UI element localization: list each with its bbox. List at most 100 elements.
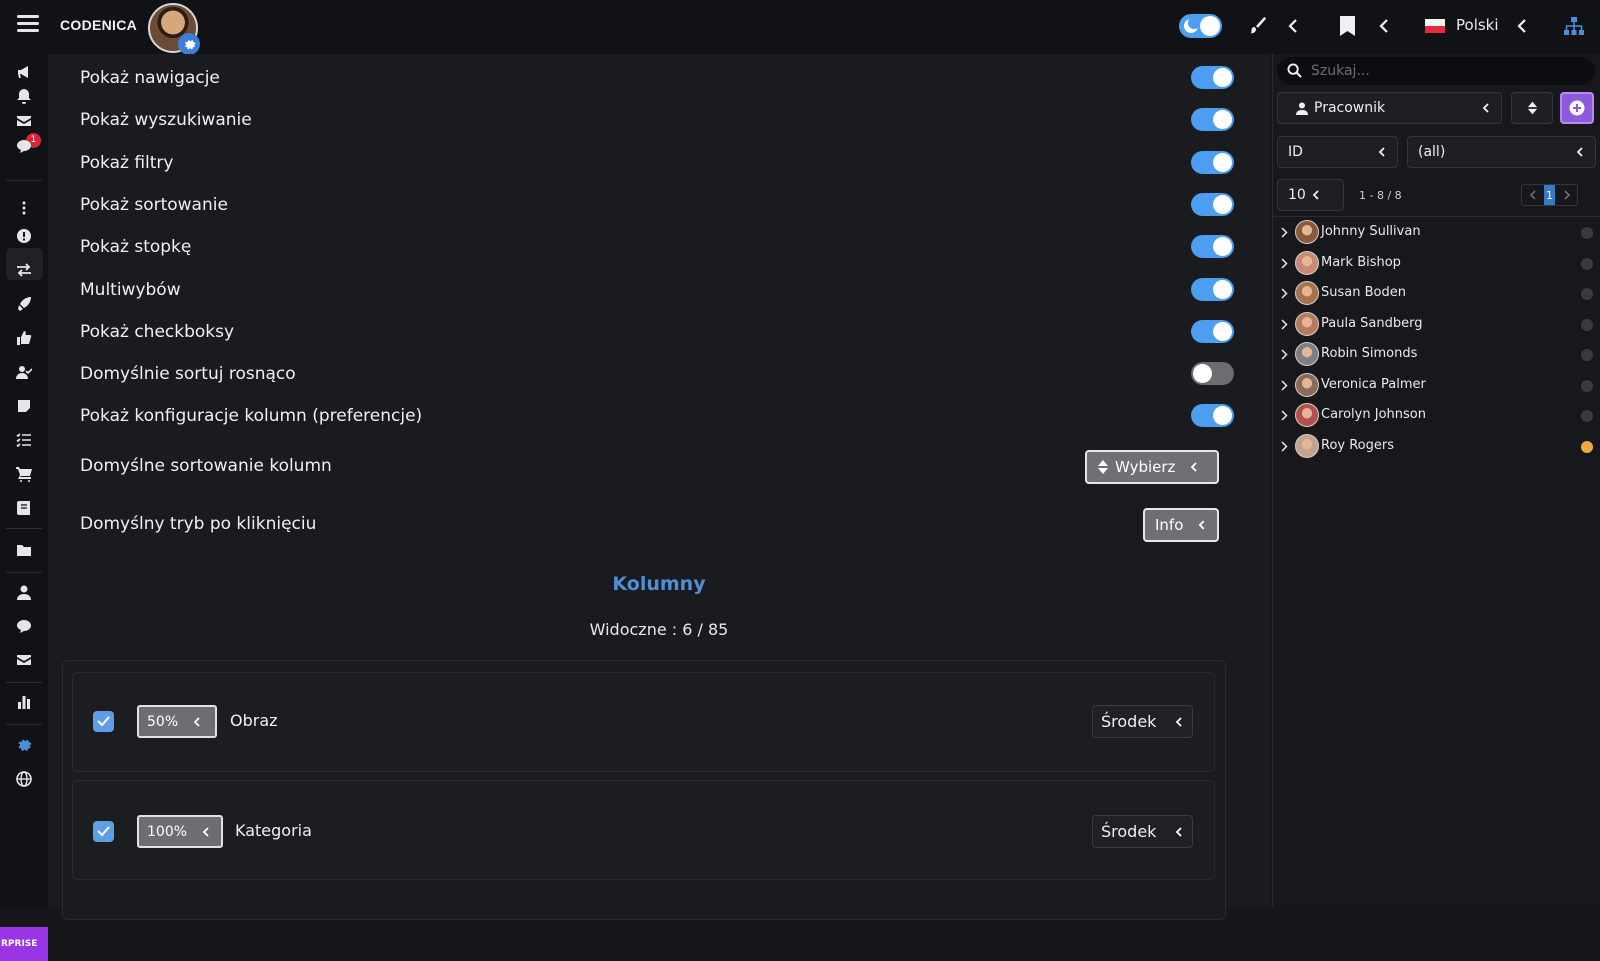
plus-circle-icon [1569, 100, 1585, 116]
default-sort-row: Domyślne sortowanie kolumn [80, 451, 1230, 481]
chevron-left-icon[interactable] [1288, 18, 1298, 34]
folder-icon[interactable] [16, 542, 32, 558]
language-label[interactable]: Polski [1456, 16, 1499, 34]
setting-toggle[interactable] [1191, 319, 1234, 343]
setting-toggle[interactable] [1191, 235, 1234, 259]
column-config-card: 100% Kategoria Środek [72, 780, 1215, 880]
filter-value-select[interactable]: (all) [1407, 136, 1596, 168]
prev-page-button[interactable] [1522, 185, 1544, 205]
next-page-button[interactable] [1555, 185, 1577, 205]
chevron-left-icon [193, 716, 200, 727]
setting-row: Domyślnie sortuj rosnąco [80, 359, 1234, 389]
chevron-left-icon[interactable] [1379, 18, 1389, 34]
column-align-value: Środek [1101, 712, 1157, 731]
settings-icon[interactable] [16, 737, 32, 753]
user-check-icon[interactable] [16, 364, 32, 380]
column-align-select[interactable]: Środek [1092, 705, 1193, 738]
setting-toggle[interactable] [1191, 66, 1234, 89]
column-config-card: 50% Obraz Środek [72, 672, 1215, 772]
book-icon[interactable] [16, 500, 32, 516]
cart-icon[interactable] [16, 466, 32, 482]
chevron-right-icon[interactable] [1281, 288, 1288, 299]
status-indicator [1581, 318, 1593, 331]
setting-toggle[interactable] [1191, 404, 1234, 428]
exchange-icon[interactable] [16, 262, 32, 278]
entity-select[interactable]: Pracownik [1277, 92, 1502, 124]
user-tie-icon[interactable] [16, 584, 32, 600]
note-icon[interactable] [16, 398, 32, 414]
page-size-select[interactable]: 10 [1277, 179, 1344, 211]
employee-list-item[interactable]: Carolyn Johnson [1279, 401, 1595, 429]
setting-row: Pokaż sortowanie [80, 190, 1234, 220]
select-value: Wybierz [1115, 458, 1176, 476]
search-input[interactable]: Szukaj... [1277, 57, 1595, 85]
gear-icon[interactable] [178, 33, 200, 55]
chevron-left-icon [1576, 147, 1583, 157]
employee-list-item[interactable]: Susan Boden [1279, 279, 1595, 307]
add-button[interactable] [1560, 92, 1594, 124]
left-navigation: 1 RPRISE [0, 54, 48, 961]
employee-list-item[interactable]: Robin Simonds [1279, 340, 1595, 368]
chevron-right-icon[interactable] [1281, 440, 1288, 452]
task-list-icon[interactable] [16, 432, 32, 448]
column-visible-checkbox[interactable] [93, 711, 114, 732]
column-name: Obraz [230, 711, 278, 730]
megaphone-icon[interactable] [16, 64, 32, 80]
column-visible-checkbox[interactable] [93, 821, 114, 842]
employee-list-item[interactable]: Paula Sandberg [1279, 310, 1595, 338]
bar-chart-icon[interactable] [16, 694, 32, 710]
page-number-button[interactable]: 1 [1544, 185, 1555, 205]
column-align-value: Środek [1101, 822, 1157, 841]
setting-toggle[interactable] [1191, 362, 1234, 386]
setting-label: Domyślny tryb po kliknięciu [80, 514, 317, 534]
setting-label: Multiwybów [80, 279, 181, 300]
setting-toggle[interactable] [1191, 192, 1234, 216]
setting-toggle[interactable] [1191, 277, 1234, 301]
setting-label: Pokaż konfiguracje kolumn (preferencje) [80, 406, 423, 427]
menu-icon[interactable] [17, 15, 39, 37]
chevron-right-icon[interactable] [1281, 257, 1288, 269]
theme-toggle[interactable] [1179, 14, 1222, 38]
chat-icon[interactable] [16, 138, 32, 154]
chevron-right-icon[interactable] [1281, 379, 1288, 391]
chevron-right-icon[interactable] [1281, 349, 1288, 360]
default-sort-select[interactable]: Wybierz [1085, 450, 1219, 484]
globe-icon[interactable] [16, 771, 32, 787]
employee-list-item[interactable]: Veronica Palmer [1279, 371, 1595, 399]
visible-columns-count: Widoczne : 6 / 85 [589, 620, 729, 639]
employee-avatar [1295, 433, 1319, 458]
employee-list-item[interactable]: Roy Rogers [1279, 432, 1595, 460]
employee-list-item[interactable]: Mark Bishop [1279, 249, 1595, 277]
chevron-right-icon[interactable] [1281, 318, 1288, 330]
bookmark-icon[interactable] [1339, 15, 1356, 37]
vertical-dots-icon[interactable] [16, 200, 32, 216]
user-avatar[interactable] [148, 3, 200, 55]
rocket-icon[interactable] [16, 296, 32, 312]
column-width-select[interactable]: 100% [137, 815, 223, 848]
chevron-left-icon[interactable] [1517, 18, 1527, 34]
setting-toggle[interactable] [1191, 108, 1234, 132]
mail-icon[interactable] [16, 113, 32, 129]
bell-icon[interactable] [16, 88, 32, 104]
grid-settings-panel: Pokaż nawigacje Pokaż wyszukiwanie Pokaż f… [48, 54, 1270, 920]
filter-field-select[interactable]: ID [1277, 136, 1398, 168]
click-mode-select[interactable]: Info [1143, 508, 1219, 542]
employee-list-item[interactable]: Johnny Sullivan [1279, 218, 1595, 246]
comment-icon[interactable] [16, 618, 32, 634]
column-align-select[interactable]: Środek [1092, 815, 1193, 848]
setting-label: Pokaż wyszukiwanie [80, 110, 252, 131]
employee-avatar [1295, 372, 1319, 397]
poland-flag-icon[interactable] [1425, 19, 1445, 33]
brush-icon[interactable] [1246, 15, 1268, 37]
click-mode-row: Domyślny tryb po kliknięciu [80, 509, 1230, 539]
setting-toggle[interactable] [1191, 150, 1234, 174]
chevron-right-icon[interactable] [1281, 410, 1288, 421]
thumbs-up-icon[interactable] [16, 330, 32, 346]
enterprise-badge[interactable]: RPRISE [0, 927, 48, 961]
sitemap-icon[interactable] [1563, 16, 1585, 36]
sort-toggle-button[interactable] [1511, 92, 1553, 124]
chevron-right-icon[interactable] [1281, 227, 1288, 238]
column-width-select[interactable]: 50% [137, 705, 217, 738]
alert-icon[interactable] [16, 228, 32, 244]
envelope-icon[interactable] [16, 652, 32, 668]
